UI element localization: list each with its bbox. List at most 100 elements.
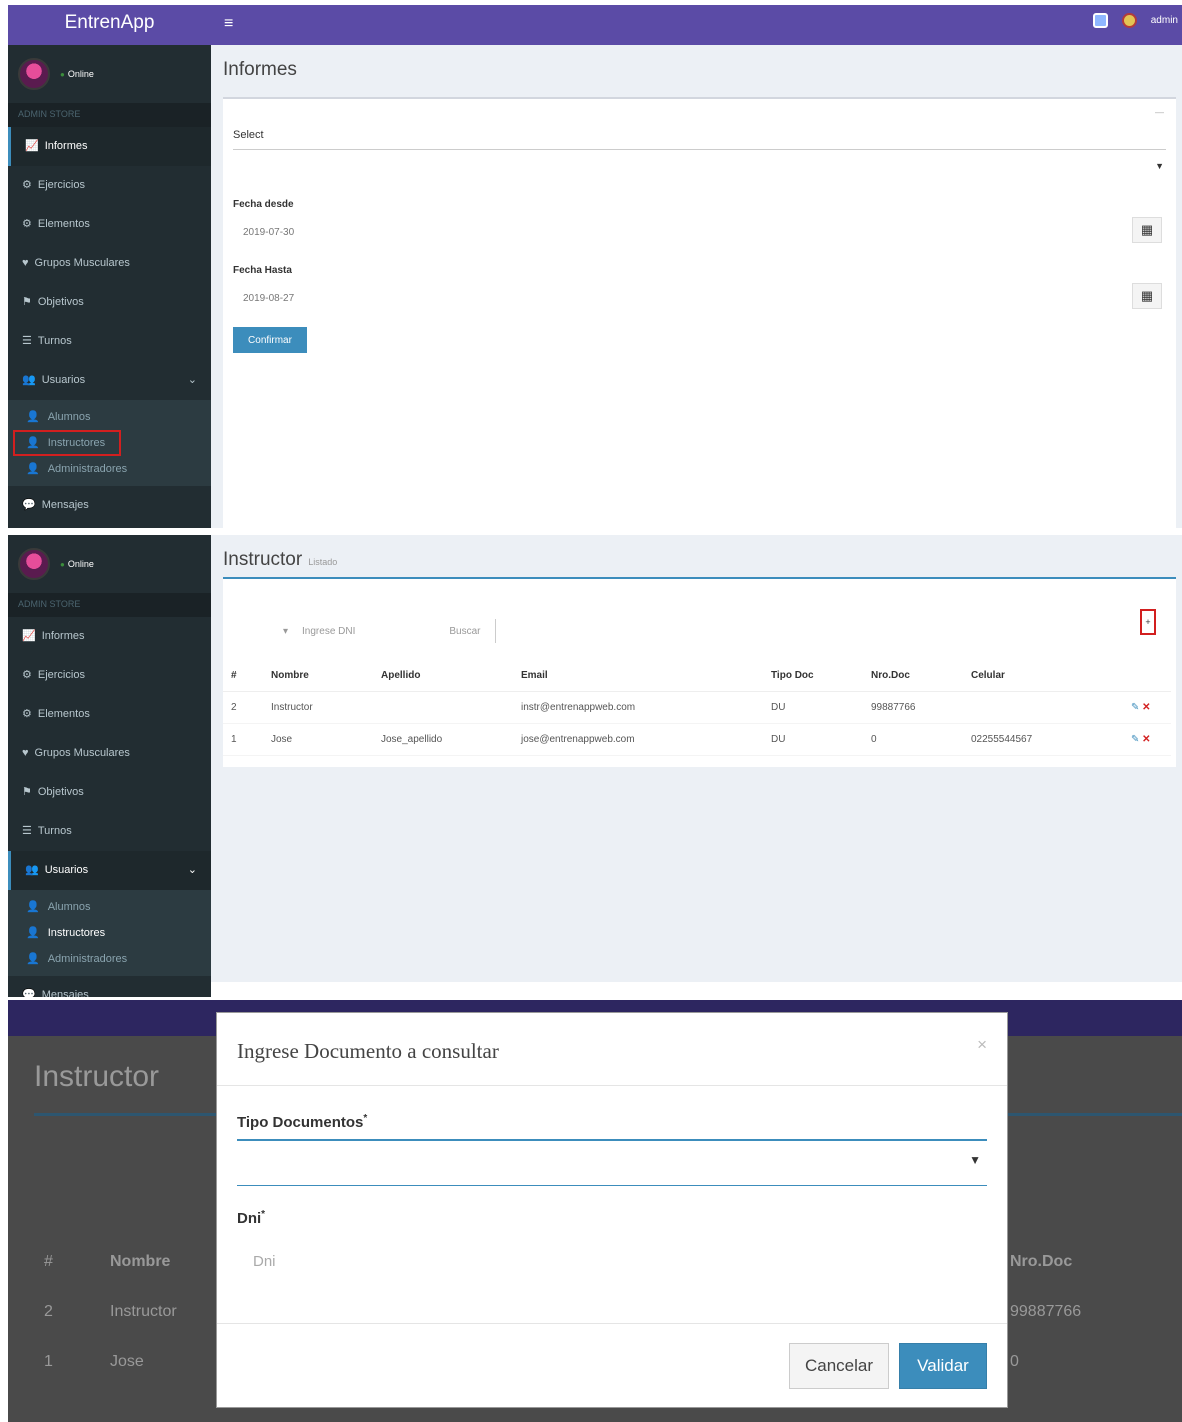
chat-icon: 💬 [22, 989, 36, 997]
calendar-icon[interactable]: ▦ [1132, 217, 1162, 243]
sidebar-item-ejercicios[interactable]: ⚙ Ejercicios [8, 656, 211, 695]
sidebar-item-informes[interactable]: 📈 Informes [8, 127, 211, 166]
sidebar-item-objetivos[interactable]: ⚑ Objetivos [8, 773, 211, 812]
brand-logo[interactable]: EntrenApp [8, 5, 211, 45]
calendar-icon[interactable]: ▦ [1132, 283, 1162, 309]
chat-icon: 💬 [22, 499, 36, 511]
user-panel: Online [8, 535, 211, 593]
document-modal-screenshot: Instructor # Nombre Nro.Doc 2 Instructor… [8, 1000, 1182, 1422]
search-input[interactable]: Ingrese DNI [302, 626, 355, 637]
informes-screenshot: EntrenApp ≡ admin Online ADMIN STORE 📈In… [8, 5, 1182, 528]
select-caret-icon[interactable]: ▼ [1155, 161, 1164, 171]
close-icon[interactable]: × [977, 1035, 987, 1055]
sidebar-item-ejercicios[interactable]: ⚙ Ejercicios [8, 166, 211, 205]
informes-form: — Select ▼ Fecha desde 2019-07-30 ▦ Fech… [223, 97, 1176, 528]
col-header-actions [1123, 661, 1171, 692]
edit-icon[interactable]: ✎ [1131, 734, 1139, 745]
tipo-documento-select[interactable]: ▼ [969, 1153, 981, 1167]
col-header[interactable]: # [223, 661, 263, 692]
navbar-right: admin [1092, 13, 1178, 28]
sidebar-section-header: ADMIN STORE [8, 103, 211, 127]
fecha-desde-label: Fecha desde [233, 199, 294, 210]
avatar [18, 58, 50, 90]
sidebar-item-informes[interactable]: 📈 Informes [8, 617, 211, 656]
divider [494, 619, 496, 643]
select-underline [237, 1185, 987, 1186]
main-content: Informes — Select ▼ Fecha desde 2019-07-… [211, 45, 1182, 528]
sidebar-item-administradores[interactable]: 👤 Administradores [8, 456, 211, 482]
confirm-button[interactable]: Confirmar [233, 327, 307, 353]
delete-icon[interactable]: ✕ [1142, 702, 1150, 713]
gear-icon: ⚙ [22, 708, 32, 720]
fecha-hasta-label: Fecha Hasta [233, 265, 292, 276]
select-underline [233, 149, 1166, 150]
tipo-documento-label: Tipo Documentos* [237, 1113, 368, 1131]
sidebar-item-mensajes[interactable]: 💬 Mensajes [8, 486, 211, 525]
cancel-button[interactable]: Cancelar [789, 1343, 889, 1389]
col-header[interactable]: Apellido [373, 661, 513, 692]
search-row: ▾ Ingrese DNI Buscar [283, 619, 496, 643]
usuarios-submenu: 👤 Alumnos 👤 Instructores 👤 Administradores [8, 890, 211, 976]
sidebar-item-objetivos[interactable]: ⚑ Objetivos [8, 283, 211, 322]
divider [217, 1085, 1007, 1086]
col-header[interactable]: Nro.Doc [863, 661, 963, 692]
add-instructor-button[interactable]: + [1140, 609, 1156, 635]
user-icon: 👤 [26, 927, 40, 939]
sidebar-item-turnos[interactable]: ☰ Turnos [8, 322, 211, 361]
table-row: 2 Instructor instr@entrenappweb.com DU 9… [223, 691, 1171, 724]
select-label[interactable]: Select [233, 129, 264, 141]
notifications-icon[interactable] [1092, 13, 1108, 28]
list-icon: ☰ [22, 335, 32, 347]
flag-icon: ⚑ [22, 786, 32, 798]
delete-icon[interactable]: ✕ [1142, 734, 1150, 745]
validate-button[interactable]: Validar [899, 1343, 987, 1389]
document-modal: Ingrese Documento a consultar × Tipo Doc… [216, 1012, 1008, 1408]
sidebar-item-instructores[interactable]: 👤 Instructores [13, 430, 121, 456]
col-header[interactable]: Email [513, 661, 763, 692]
col-header[interactable]: Nombre [263, 661, 373, 692]
sidebar-item-grupos[interactable]: ♥ Grupos Musculares [8, 734, 211, 773]
users-icon: 👥 [25, 864, 39, 876]
page-subtitle: Listado [308, 557, 338, 567]
dni-input[interactable]: Dni [253, 1253, 276, 1270]
instructor-table-box: ▾ Ingrese DNI Buscar + # Nombre Apellido… [223, 577, 1176, 767]
sidebar-item-administradores[interactable]: 👤 Administradores [8, 946, 211, 972]
sidebar-item-mensajes[interactable]: 💬 Mensajes [8, 976, 211, 997]
avatar [18, 548, 50, 580]
collapse-icon[interactable]: — [1155, 107, 1164, 117]
row-actions: ✎ ✕ [1123, 691, 1171, 724]
sidebar-item-usuarios[interactable]: 👥 Usuarios ⌄ [8, 361, 211, 400]
fecha-desde-input[interactable]: 2019-07-30 [243, 227, 294, 238]
sidebar-item-elementos[interactable]: ⚙ Elementos [8, 695, 211, 734]
user-name[interactable]: admin [1151, 15, 1178, 26]
chart-icon: 📈 [22, 630, 36, 642]
chart-icon: 📈 [25, 140, 39, 152]
main-content: Instructor Listado ▾ Ingrese DNI Buscar +… [211, 535, 1182, 982]
sidebar: Online ADMIN STORE 📈Informes ⚙Ejercicios… [8, 45, 211, 528]
search-button[interactable]: Buscar [449, 626, 480, 637]
sidebar-item-usuarios[interactable]: 👥 Usuarios ⌄ [8, 851, 211, 890]
status-online: Online [60, 69, 94, 79]
users-icon: 👥 [22, 374, 36, 386]
modal-title: Ingrese Documento a consultar [237, 1039, 499, 1063]
fecha-hasta-input[interactable]: 2019-08-27 [243, 293, 294, 304]
sidebar-item-alumnos[interactable]: 👤 Alumnos [8, 404, 211, 430]
sidebar-item-grupos[interactable]: ♥ Grupos Musculares [8, 244, 211, 283]
usuarios-submenu: 👤 Alumnos 👤 Instructores 👤 Administradores [8, 400, 211, 486]
menu-toggle-icon[interactable]: ≡ [224, 15, 233, 33]
user-icon: 👤 [26, 901, 40, 913]
user-avatar-icon[interactable] [1121, 13, 1137, 28]
sidebar-item-turnos[interactable]: ☰ Turnos [8, 812, 211, 851]
sidebar-item-elementos[interactable]: ⚙ Elementos [8, 205, 211, 244]
sidebar-section-header: ADMIN STORE [8, 593, 211, 617]
list-icon: ☰ [22, 825, 32, 837]
sidebar-item-instructores[interactable]: 👤 Instructores [8, 920, 211, 946]
dumbbell-icon: ⚙ [22, 669, 32, 681]
sidebar-item-alumnos[interactable]: 👤 Alumnos [8, 894, 211, 920]
doc-type-select[interactable]: ▾ [283, 626, 288, 637]
table-header-row: # Nombre Apellido Email Tipo Doc Nro.Doc… [223, 661, 1171, 692]
col-header[interactable]: Celular [963, 661, 1123, 692]
col-header[interactable]: Tipo Doc [763, 661, 863, 692]
edit-icon[interactable]: ✎ [1131, 702, 1139, 713]
table-row: 1 Jose Jose_apellido jose@entrenappweb.c… [223, 723, 1171, 756]
